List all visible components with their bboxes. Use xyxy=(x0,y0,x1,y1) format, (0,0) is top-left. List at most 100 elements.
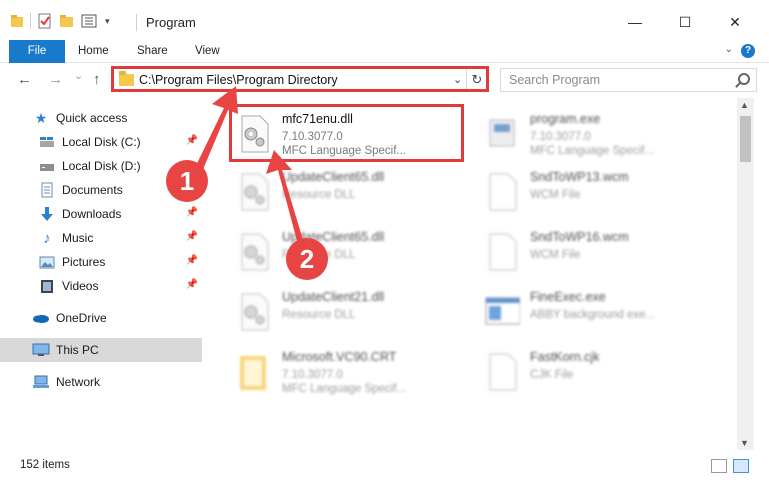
videos-icon xyxy=(38,278,56,294)
exe-window-icon xyxy=(485,297,520,325)
sidebar-item-this-pc[interactable]: This PC xyxy=(0,338,202,362)
sidebar-item-videos[interactable]: Videos 📌 xyxy=(0,274,202,298)
title-bar: ▾ Program — ☐ ✕ xyxy=(0,0,769,40)
pictures-icon xyxy=(38,254,56,270)
customize-qat-chevron-icon[interactable]: ▾ xyxy=(105,16,110,27)
window-title: Program xyxy=(146,15,196,30)
search-input[interactable]: Search Program xyxy=(509,73,600,87)
tab-share[interactable]: Share xyxy=(137,40,168,63)
up-button[interactable]: ↑ xyxy=(93,71,101,88)
folder-icon xyxy=(11,15,23,27)
file-type: Resource DLL xyxy=(282,309,356,321)
file-item-updateclient65[interactable]: UpdateClient65.dll Resource DLL xyxy=(230,164,470,216)
sidebar-item-local-disk-c[interactable]: Local Disk (C:) 📌 xyxy=(0,130,202,154)
file-name: FastKorn.cjk xyxy=(530,350,600,364)
sidebar-item-label: Music xyxy=(62,231,94,245)
sidebar-item-onedrive[interactable]: OneDrive xyxy=(0,306,202,330)
search-box[interactable]: Search Program xyxy=(500,68,757,92)
file-item-program-exe[interactable]: program.exe 7.10.3077.0 MFC Language Spe… xyxy=(478,106,718,158)
blank-file-icon xyxy=(489,233,517,271)
file-name: UpdateClient21.dll xyxy=(282,290,385,304)
sidebar-item-quick-access[interactable]: ★ Quick access xyxy=(0,106,202,130)
blank-file-icon xyxy=(489,173,517,211)
sidebar-item-pictures[interactable]: Pictures 📌 xyxy=(0,250,202,274)
file-item-vc90-crt[interactable]: Microsoft.VC90.CRT 7.10.3077.0 MFC Langu… xyxy=(230,344,470,396)
large-icons-view-icon[interactable] xyxy=(733,459,749,473)
sidebar-item-downloads[interactable]: Downloads 📌 xyxy=(0,202,202,226)
details-view-icon[interactable] xyxy=(711,459,727,473)
folder-icon xyxy=(240,356,266,390)
download-icon xyxy=(38,206,56,222)
file-item-updateclient21[interactable]: UpdateClient21.dll Resource DLL xyxy=(230,284,470,336)
sidebar-item-label: Downloads xyxy=(62,207,122,221)
scroll-thumb[interactable] xyxy=(740,116,751,162)
address-highlight-box xyxy=(111,66,489,92)
file-description: MFC Language Specif... xyxy=(530,145,655,157)
file-type: WCM File xyxy=(530,249,581,261)
status-bar: 152 items xyxy=(0,455,769,477)
file-name: FineExec.exe xyxy=(530,290,606,304)
recent-locations-button[interactable]: ⌄ xyxy=(74,69,83,82)
ribbon: File Home Share View ⌄ ? xyxy=(0,40,769,63)
sidebar-item-label: Network xyxy=(56,375,101,389)
navigation-pane: ★ Quick access Local Disk (C:) 📌 Local D… xyxy=(0,98,205,450)
computer-icon xyxy=(32,342,50,358)
file-name: Microsoft.VC90.CRT xyxy=(282,350,397,364)
drive-icon xyxy=(38,158,56,174)
file-item-fastkorn[interactable]: FastKorn.cjk CJK File xyxy=(478,344,718,396)
sidebar-item-label: Local Disk (D:) xyxy=(62,159,141,173)
new-folder-icon[interactable] xyxy=(59,14,75,28)
blank-file-icon xyxy=(489,353,517,391)
file-type: CJK File xyxy=(530,369,574,381)
sidebar-item-label: Videos xyxy=(62,279,99,293)
title-separator xyxy=(136,14,137,31)
pin-icon[interactable]: 📌 xyxy=(186,231,198,242)
item-count: 152 items xyxy=(20,459,70,471)
file-highlight-box xyxy=(229,104,464,162)
file-item-fineexec[interactable]: FineExec.exe ABBY background exe... xyxy=(478,284,718,336)
pin-icon[interactable]: 📌 xyxy=(186,207,198,218)
tab-view[interactable]: View xyxy=(195,40,220,63)
step-badge-2: 2 xyxy=(286,238,328,280)
pin-icon[interactable]: 📌 xyxy=(186,279,198,290)
expand-ribbon-chevron-icon[interactable]: ⌄ xyxy=(725,44,733,55)
help-icon[interactable]: ? xyxy=(741,44,755,58)
music-icon: ♪ xyxy=(43,229,51,247)
pin-icon[interactable]: 📌 xyxy=(186,135,198,146)
star-icon: ★ xyxy=(34,109,48,126)
forward-button[interactable]: → xyxy=(48,71,63,88)
file-description: MFC Language Specif... xyxy=(282,383,407,395)
file-item-updateclient65-2[interactable]: UpdateClient65.dll Resource DLL xyxy=(230,224,470,276)
sidebar-item-label: Documents xyxy=(62,183,123,197)
scroll-up-arrow-icon[interactable]: ▲ xyxy=(740,100,749,110)
tab-file[interactable]: File xyxy=(9,40,65,63)
view-icon[interactable] xyxy=(81,14,99,28)
drive-icon xyxy=(38,134,56,150)
file-type: Resource DLL xyxy=(282,189,356,201)
dll-gear-icon xyxy=(241,173,269,211)
file-item-sndtowp13[interactable]: SndToWP13.wcm WCM File xyxy=(478,164,718,216)
scroll-down-arrow-icon[interactable]: ▼ xyxy=(740,438,749,448)
maximize-button[interactable]: ☐ xyxy=(663,8,707,36)
vertical-scrollbar[interactable]: ▲ ▼ xyxy=(737,98,754,450)
pin-icon[interactable]: 📌 xyxy=(186,255,198,266)
file-type: WCM File xyxy=(530,189,581,201)
quick-access-toolbar: ▾ xyxy=(10,13,110,29)
sidebar-item-network[interactable]: Network xyxy=(0,370,202,394)
sidebar-item-music[interactable]: ♪ Music 📌 xyxy=(0,226,202,250)
step-badge-1: 1 xyxy=(166,160,208,202)
back-button[interactable]: ← xyxy=(17,71,32,88)
properties-icon[interactable] xyxy=(37,13,53,29)
search-icon[interactable] xyxy=(738,73,750,85)
cloud-icon xyxy=(32,310,50,326)
sidebar-item-label: OneDrive xyxy=(56,311,107,325)
file-version: 7.10.3077.0 xyxy=(530,131,591,143)
file-name: SndToWP13.wcm xyxy=(530,170,629,184)
close-button[interactable]: ✕ xyxy=(713,8,757,36)
file-name: UpdateClient65.dll xyxy=(282,170,385,184)
tab-home[interactable]: Home xyxy=(78,40,109,63)
network-icon xyxy=(32,374,50,390)
minimize-button[interactable]: — xyxy=(613,8,657,36)
file-item-sndtowp16[interactable]: SndToWP16.wcm WCM File xyxy=(478,224,718,276)
dll-gear-icon xyxy=(241,293,269,331)
